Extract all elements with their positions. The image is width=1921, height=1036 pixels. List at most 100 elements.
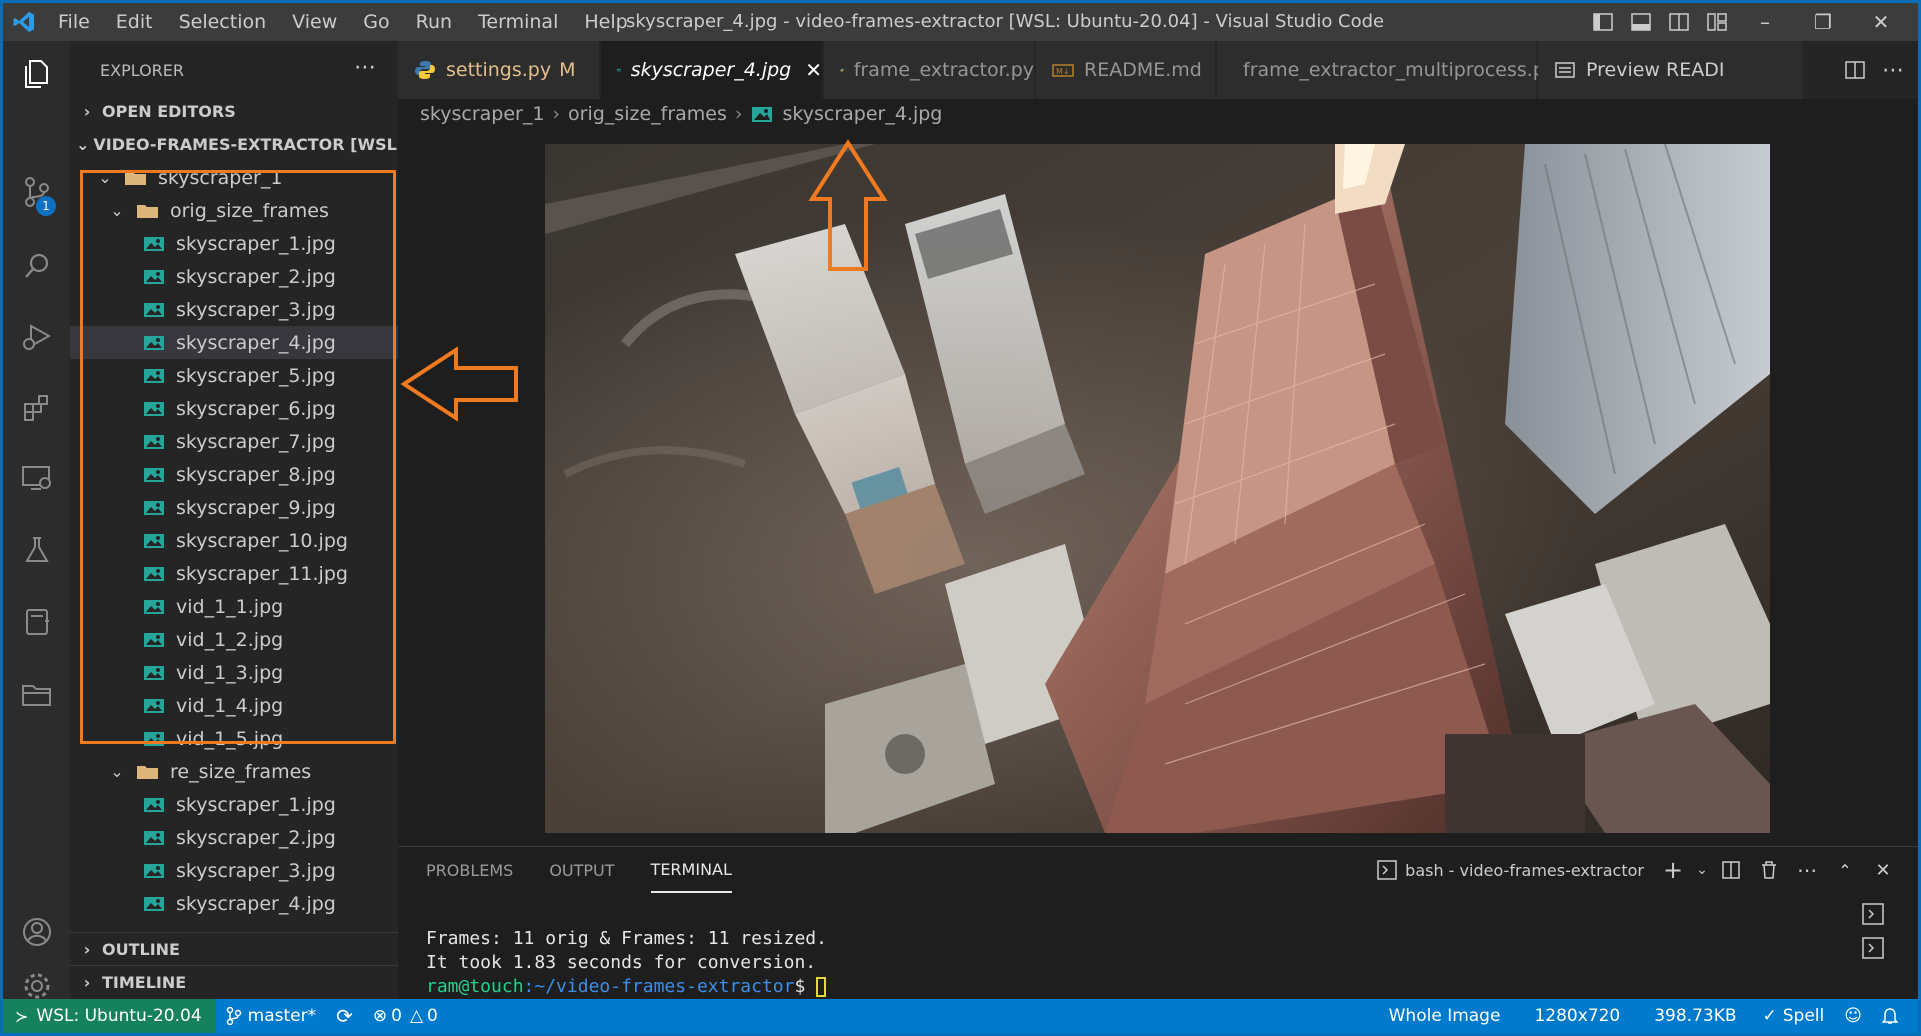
more-actions-icon[interactable]: ⋯ (354, 55, 376, 80)
python-icon (840, 68, 844, 72)
close-window-icon[interactable]: ✕ (1852, 3, 1910, 41)
menu-view[interactable]: View (279, 3, 350, 41)
folder-icon[interactable] (3, 661, 70, 727)
branch-label: master* (247, 1006, 317, 1026)
chevron-down-icon: ⌄ (76, 135, 90, 154)
menu-terminal[interactable]: Terminal (465, 3, 571, 41)
menu-file[interactable]: File (45, 3, 103, 41)
run-debug-icon[interactable] (3, 303, 70, 369)
file-item[interactable]: skyscraper_1.jpg (70, 788, 398, 821)
editor-tabs: settings.py M skyscraper_4.jpg ✕ frame_e… (398, 41, 1918, 99)
remote-explorer-icon[interactable] (3, 445, 70, 511)
toggle-secondary-sidebar-icon[interactable] (1660, 3, 1698, 41)
breadcrumb: skyscraper_1 › orig_size_frames › skyscr… (398, 99, 1918, 129)
tab-preview-readme[interactable]: Preview READI (1538, 41, 1803, 99)
image-preview[interactable] (545, 144, 1770, 833)
outline-section[interactable]: › OUTLINE (70, 932, 398, 965)
breadcrumb-item[interactable]: skyscraper_4.jpg (783, 103, 943, 125)
trash-icon[interactable] (1750, 851, 1788, 889)
tab-settings-py[interactable]: settings.py M (398, 41, 600, 99)
skyscraper-photo (545, 144, 1770, 833)
minimize-icon[interactable]: – (1736, 3, 1794, 41)
workspace-section[interactable]: ⌄ VIDEO-FRAMES-EXTRACTOR [WSL: ... (70, 128, 398, 161)
bottom-panel: PROBLEMS OUTPUT TERMINAL bash - video-fr… (398, 846, 1918, 999)
menu-bar: File Edit Selection View Go Run Terminal… (45, 3, 641, 41)
image-icon (617, 68, 621, 72)
branch-indicator[interactable]: master* (216, 1006, 326, 1026)
terminal-output[interactable]: Frames: 11 orig & Frames: 11 resized. It … (426, 927, 827, 999)
problems-indicator[interactable]: ⊗ 0 △ 0 (363, 1006, 448, 1026)
file-item[interactable]: skyscraper_3.jpg (70, 854, 398, 887)
search-icon[interactable] (3, 233, 70, 299)
explorer-icon[interactable] (3, 41, 70, 107)
breadcrumb-item[interactable]: skyscraper_1 (420, 103, 544, 125)
remote-indicator[interactable]: ≻ WSL: Ubuntu-20.04 (3, 999, 216, 1033)
zoom-indicator[interactable]: Whole Image (1379, 1006, 1525, 1026)
error-count: 0 (391, 1006, 402, 1026)
prompt-path: :~/video-frames-extractor (523, 976, 795, 997)
close-tab-icon[interactable]: ✕ (805, 58, 822, 82)
file-label: skyscraper_1.jpg (176, 793, 336, 816)
warning-count: 0 (427, 1006, 438, 1026)
maximize-panel-icon[interactable]: ⌃ (1826, 851, 1864, 889)
status-bar: ≻ WSL: Ubuntu-20.04 master* ⟳ ⊗ 0 △ 0 Wh… (3, 999, 1918, 1033)
testing-icon[interactable] (3, 517, 70, 583)
feedback-icon[interactable]: ☺ (1834, 1006, 1872, 1026)
tab-output[interactable]: OUTPUT (549, 849, 614, 892)
sync-icon[interactable]: ⟳ (326, 1004, 363, 1028)
tab-label: README.md (1084, 59, 1202, 81)
tab-label: frame_extractor_multiprocess.py (1243, 59, 1557, 81)
timeline-section[interactable]: › TIMELINE (70, 965, 398, 998)
customize-layout-icon[interactable] (1698, 3, 1736, 41)
activity-bar: 1 (3, 41, 70, 999)
preview-icon (1555, 62, 1575, 78)
new-terminal-icon[interactable]: + (1654, 851, 1692, 889)
warning-icon: △ (409, 1006, 424, 1026)
error-icon: ⊗ (372, 1006, 388, 1026)
file-item[interactable]: skyscraper_2.jpg (70, 821, 398, 854)
title-bar: File Edit Selection View Go Run Terminal… (3, 3, 1918, 41)
account-icon[interactable] (3, 899, 70, 965)
toggle-sidebar-icon[interactable] (1584, 3, 1622, 41)
tab-label: Preview READI (1586, 59, 1725, 81)
up-arrow-annotation (808, 139, 888, 271)
highlight-box (80, 170, 396, 744)
breadcrumb-item[interactable]: orig_size_frames (568, 103, 727, 125)
terminal-selector[interactable]: bash - video-frames-extractor (1377, 860, 1644, 880)
source-control-icon[interactable]: 1 (3, 159, 70, 225)
terminal-icon[interactable] (1862, 903, 1888, 929)
open-editors-section[interactable]: › OPEN EDITORS (70, 95, 398, 128)
chevron-down-icon[interactable]: ⌄ (1692, 851, 1712, 889)
notebook-icon[interactable] (3, 589, 70, 655)
split-terminal-icon[interactable] (1712, 851, 1750, 889)
settings-gear-icon[interactable] (3, 971, 70, 1001)
file-label: skyscraper_4.jpg (176, 892, 336, 915)
svg-text:M↓: M↓ (1056, 67, 1070, 76)
tab-skyscraper-4-jpg[interactable]: skyscraper_4.jpg ✕ (601, 41, 823, 99)
notifications-bell-icon[interactable] (1872, 1007, 1908, 1025)
image-icon (144, 896, 164, 911)
terminal-icon[interactable] (1862, 937, 1888, 963)
more-actions-icon[interactable]: ⋯ (1874, 51, 1912, 89)
menu-run[interactable]: Run (403, 3, 465, 41)
extensions-icon[interactable] (3, 375, 70, 441)
restore-icon[interactable]: ❐ (1794, 3, 1852, 41)
folder-re-size-frames[interactable]: ⌄ re_size_frames (70, 755, 398, 788)
tab-frame-extractor-multiprocess-py[interactable]: frame_extractor_multiprocess.py (1217, 41, 1556, 99)
file-item[interactable]: skyscraper_4.jpg (70, 887, 398, 920)
image-icon (751, 107, 772, 122)
split-editor-icon[interactable] (1836, 51, 1874, 89)
menu-go[interactable]: Go (350, 3, 402, 41)
folder-label: re_size_frames (170, 760, 312, 783)
toggle-panel-icon[interactable] (1622, 3, 1660, 41)
tab-readme-md[interactable]: M↓ README.md (1036, 41, 1216, 99)
tab-terminal[interactable]: TERMINAL (650, 848, 732, 893)
tab-problems[interactable]: PROBLEMS (426, 849, 513, 892)
menu-selection[interactable]: Selection (166, 3, 280, 41)
menu-edit[interactable]: Edit (103, 3, 166, 41)
tab-frame-extractor-py[interactable]: frame_extractor.py (824, 41, 1035, 99)
prompt-symbol: $ (794, 976, 817, 997)
spell-indicator[interactable]: ✓ Spell (1753, 1006, 1835, 1026)
more-actions-icon[interactable]: ⋯ (1788, 851, 1826, 889)
close-panel-icon[interactable]: ✕ (1864, 851, 1902, 889)
